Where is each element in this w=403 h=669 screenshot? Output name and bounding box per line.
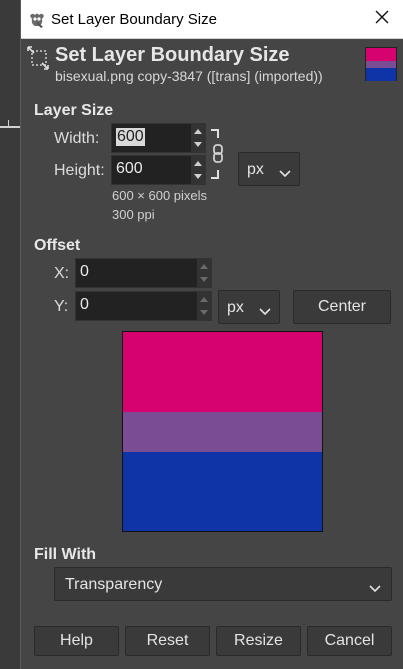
offset-y-input[interactable]: 0 bbox=[80, 296, 89, 314]
gimp-icon bbox=[27, 10, 47, 30]
ruler-tick bbox=[8, 120, 9, 128]
fill-with-label: Fill With bbox=[34, 546, 97, 563]
height-label: Height: bbox=[54, 162, 105, 179]
size-unit-dropdown[interactable]: px bbox=[238, 152, 300, 186]
background-canvas-strip bbox=[0, 0, 20, 669]
fill-with-dropdown[interactable]: Transparency bbox=[54, 567, 392, 601]
thumb-band-purple bbox=[366, 61, 396, 68]
chevron-down-icon bbox=[369, 580, 381, 598]
layer-boundary-icon bbox=[26, 45, 50, 71]
offset-label: Offset bbox=[34, 237, 81, 254]
window-title: Set Layer Boundary Size bbox=[51, 11, 217, 28]
fill-with-value: Transparency bbox=[65, 576, 163, 593]
width-input[interactable]: 600 bbox=[116, 128, 145, 146]
chevron-down-icon bbox=[279, 165, 291, 183]
resize-button[interactable]: Resize bbox=[216, 626, 301, 656]
offset-unit-dropdown[interactable]: px bbox=[218, 290, 280, 324]
thumb-band-pink bbox=[366, 48, 396, 61]
offset-x-spinbox[interactable]: 0 bbox=[75, 258, 212, 288]
close-icon bbox=[375, 10, 389, 29]
spin-up-icon[interactable] bbox=[197, 292, 211, 306]
close-button[interactable] bbox=[360, 0, 403, 38]
spin-up-icon[interactable] bbox=[191, 156, 205, 170]
layer-size-label: Layer Size bbox=[34, 102, 114, 119]
preview-band-pink bbox=[123, 332, 322, 412]
size-unit-value: px bbox=[247, 161, 264, 178]
spin-down-icon[interactable] bbox=[197, 306, 211, 320]
preview-band-blue bbox=[123, 452, 322, 531]
height-spin-arrows[interactable] bbox=[191, 156, 205, 184]
chain-link-icon[interactable] bbox=[209, 128, 225, 180]
preview-band-purple bbox=[123, 412, 322, 452]
offset-x-label: X: bbox=[54, 265, 70, 282]
chevron-down-icon bbox=[259, 303, 271, 321]
thumb-band-blue bbox=[366, 68, 396, 81]
center-button[interactable]: Center bbox=[293, 290, 391, 324]
window-titlebar: Set Layer Boundary Size bbox=[21, 0, 403, 39]
ruler-line bbox=[0, 126, 20, 128]
dialog-heading: Set Layer Boundary Size bbox=[55, 44, 290, 66]
spin-up-icon[interactable] bbox=[191, 124, 205, 138]
offset-y-spin-arrows[interactable] bbox=[197, 292, 211, 320]
cancel-button[interactable]: Cancel bbox=[307, 626, 392, 656]
spin-up-icon[interactable] bbox=[197, 259, 211, 273]
size-pixels-info: 600 × 600 pixels bbox=[112, 188, 208, 203]
width-label: Width: bbox=[54, 130, 100, 147]
offset-x-spin-arrows[interactable] bbox=[197, 259, 211, 287]
offset-y-spinbox[interactable]: 0 bbox=[75, 291, 212, 321]
height-input[interactable]: 600 bbox=[116, 160, 143, 178]
offset-y-label: Y: bbox=[54, 298, 69, 315]
spin-down-icon[interactable] bbox=[197, 273, 211, 287]
resolution-info: 300 ppi bbox=[112, 207, 155, 222]
width-spinbox[interactable]: 600 bbox=[111, 123, 206, 153]
width-spin-arrows[interactable] bbox=[191, 124, 205, 152]
help-button[interactable]: Help bbox=[34, 626, 119, 656]
layer-thumbnail bbox=[365, 47, 397, 81]
layer-name-subtitle: bisexual.png copy-3847 ([trans] (importe… bbox=[55, 68, 323, 84]
offset-x-input[interactable]: 0 bbox=[80, 263, 89, 281]
reset-button[interactable]: Reset bbox=[125, 626, 210, 656]
spin-down-icon[interactable] bbox=[191, 138, 205, 152]
offset-preview-area[interactable] bbox=[122, 331, 323, 532]
height-spinbox[interactable]: 600 bbox=[111, 155, 206, 185]
spin-down-icon[interactable] bbox=[191, 170, 205, 184]
set-layer-boundary-dialog: Set Layer Boundary Size Set Layer Bounda… bbox=[20, 0, 403, 669]
offset-unit-value: px bbox=[227, 299, 244, 316]
